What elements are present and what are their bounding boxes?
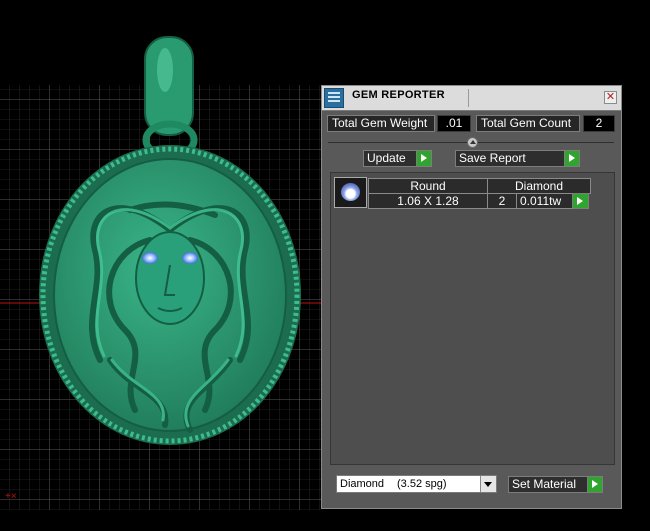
eye-gem-right[interactable] xyxy=(182,252,198,264)
gem-weight: 0.011tw xyxy=(516,193,573,209)
gem-count: 2 xyxy=(487,193,517,209)
play-arrow-icon xyxy=(416,151,431,166)
axis-marker: +× xyxy=(5,491,17,502)
gem-detail-button[interactable] xyxy=(572,193,589,209)
gem-shape: Round xyxy=(368,178,488,194)
gem-list[interactable]: Round Diamond 1.06 X 1.28 2 0.011tw xyxy=(330,172,615,465)
total-gem-weight-label: Total Gem Weight xyxy=(327,115,435,132)
report-icon xyxy=(324,88,344,108)
total-gem-weight-value: .01 xyxy=(437,115,471,132)
eye-gem-left[interactable] xyxy=(142,252,158,264)
update-button[interactable]: Update xyxy=(363,150,432,167)
panel-titlebar[interactable]: GEM REPORTER ✕ xyxy=(322,86,621,111)
total-gem-count-label: Total Gem Count xyxy=(476,115,580,132)
close-icon[interactable]: ✕ xyxy=(604,91,617,104)
set-material-button[interactable]: Set Material xyxy=(508,476,603,493)
panel-title: GEM REPORTER xyxy=(352,89,445,101)
save-report-button[interactable]: Save Report xyxy=(455,150,580,167)
gem-material: Diamond xyxy=(487,178,591,194)
material-dropdown[interactable]: Diamond (3.52 spg) xyxy=(336,475,497,493)
material-spg: (3.52 spg) xyxy=(397,478,447,490)
update-button-label: Update xyxy=(367,151,406,165)
material-name: Diamond xyxy=(340,478,385,490)
round-gem-thumbnail xyxy=(334,177,367,208)
chevron-down-icon[interactable] xyxy=(480,476,496,492)
play-arrow-icon xyxy=(573,194,588,208)
gem-reporter-panel: GEM REPORTER ✕ Total Gem Weight .01 Tota… xyxy=(321,85,622,509)
set-material-button-label: Set Material xyxy=(512,477,577,491)
play-arrow-icon xyxy=(587,477,602,492)
total-gem-count-value: 2 xyxy=(583,115,615,132)
gem-size: 1.06 X 1.28 xyxy=(368,193,488,209)
save-report-button-label: Save Report xyxy=(459,151,526,165)
play-arrow-icon xyxy=(564,151,579,166)
collapse-toggle-icon[interactable] xyxy=(467,137,478,148)
